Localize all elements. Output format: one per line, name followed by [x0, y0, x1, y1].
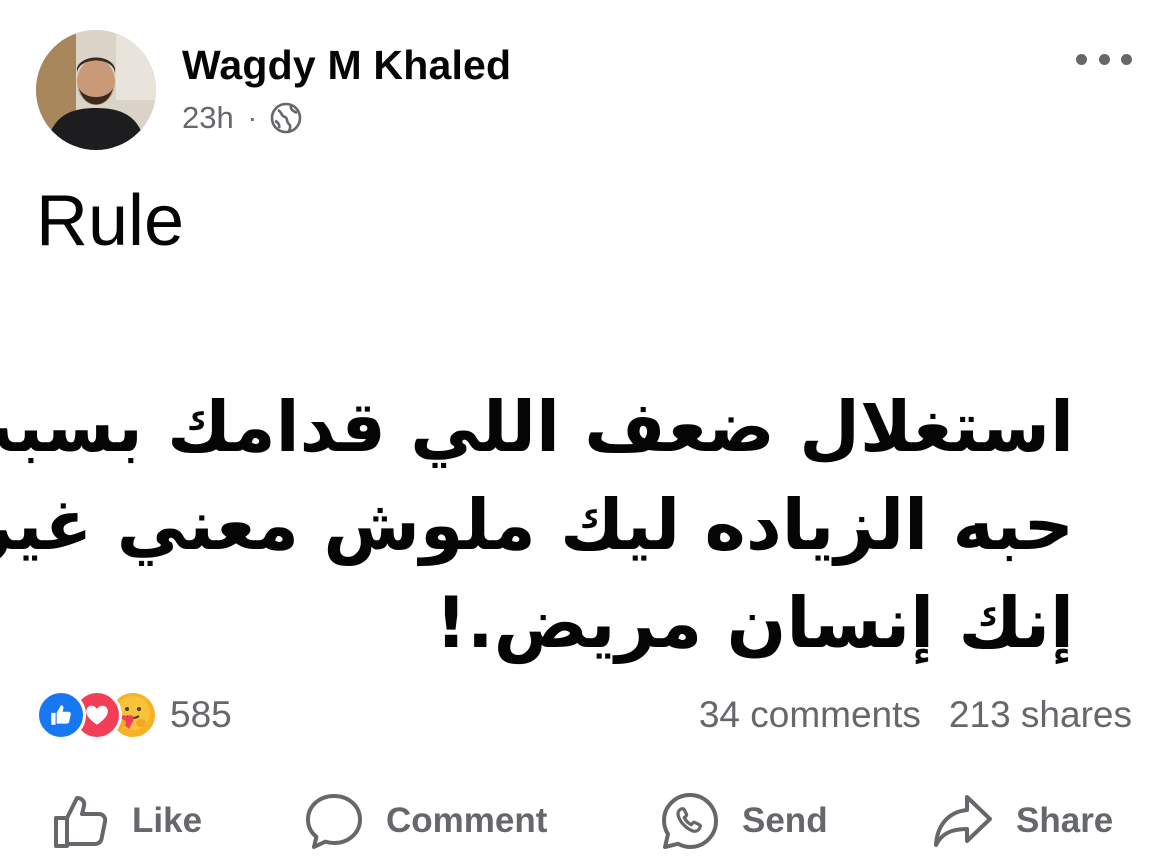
thumbs-up-icon [54, 796, 108, 848]
post-body-line: إنك إنسان مريض.! [435, 582, 1074, 664]
share-button[interactable]: Share [932, 788, 1113, 854]
post-body-line: حبه الزياده ليك ملوش معني غير [0, 484, 1074, 566]
more-dot-icon [1098, 53, 1110, 65]
more-options-button[interactable] [1076, 44, 1132, 74]
like-label: Like [132, 801, 203, 840]
post-actions-bar: Like Comment Send Share [0, 788, 1170, 854]
author-avatar[interactable] [36, 30, 156, 150]
comment-button[interactable]: Comment [304, 788, 547, 854]
comments-count[interactable]: 34 comments [699, 694, 921, 736]
reactions-summary[interactable]: 585 [36, 690, 232, 740]
post-title: Rule [36, 181, 185, 261]
post-timestamp[interactable]: 23h [182, 100, 234, 136]
more-dot-icon [1121, 53, 1132, 65]
author-name[interactable]: Wagdy M Khaled [182, 42, 511, 89]
facebook-post: Wagdy M Khaled 23h · Rule استغلال ضعف ال… [0, 0, 1170, 864]
whatsapp-icon [662, 793, 718, 849]
engagement-counts: 34 comments 213 shares [699, 694, 1132, 736]
globe-icon[interactable] [269, 101, 303, 135]
like-button[interactable]: Like [52, 788, 202, 854]
comment-label: Comment [386, 801, 548, 840]
send-label: Send [742, 801, 828, 840]
send-button[interactable]: Send [660, 788, 828, 854]
like-reaction-icon [36, 690, 86, 740]
share-label: Share [1016, 801, 1114, 840]
post-body-line: استغلال ضعف اللي قدامك بسبب [0, 386, 1074, 468]
share-arrow-icon [934, 795, 992, 847]
more-dot-icon [1076, 53, 1087, 65]
shares-count[interactable]: 213 shares [949, 694, 1132, 736]
comment-bubble-icon [306, 794, 362, 849]
reaction-icons [36, 690, 158, 740]
reaction-count: 585 [170, 694, 232, 735]
post-body: استغلال ضعف اللي قدامك بسبب حبه الزياده … [0, 378, 1074, 672]
meta-separator: · [247, 102, 258, 133]
post-meta: 23h · [182, 100, 303, 136]
